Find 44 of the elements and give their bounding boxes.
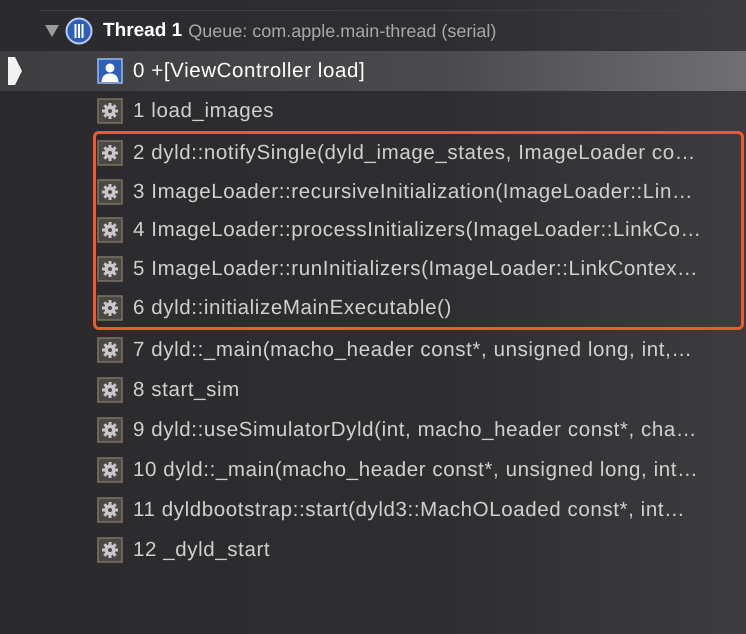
frame-label: 4 ImageLoader::processInitializers(ImageLoader::LinkCo… (133, 218, 702, 242)
stack-frame[interactable]: 10 dyld::_main(macho_header const*, unsigned long, int… (0, 450, 746, 490)
stack-frame[interactable]: 7 dyld::_main(macho_header const*, unsigned long, int,… (0, 330, 746, 370)
frame-label: 7 dyld::_main(macho_header const*, unsigned long, int,… (133, 338, 692, 362)
gear-icon (97, 416, 123, 443)
frame-label: 8 start_sim (133, 378, 240, 402)
gear-icon (97, 140, 123, 166)
gear-icon (97, 336, 123, 363)
gear-icon (97, 217, 123, 244)
disclosure-triangle-icon[interactable] (45, 25, 59, 37)
stack-frame[interactable]: 6 dyld::initializeMainExecutable() (96, 288, 741, 327)
stack-frame[interactable]: 9 dyld::useSimulatorDyld(int, macho_header const*, cha… (0, 410, 746, 450)
stack-frame[interactable]: 0 +[ViewController load] (0, 51, 746, 91)
frame-label: 12 _dyld_start (133, 538, 270, 562)
stack-frame[interactable]: 8 start_sim (0, 370, 746, 410)
frame-label: 9 dyld::useSimulatorDyld(int, macho_header const*, cha… (133, 418, 697, 442)
stack-frame[interactable]: 5 ImageLoader::runInitializers(ImageLoader::LinkContex… (96, 250, 741, 288)
gear-icon (97, 98, 123, 124)
gear-icon (97, 536, 123, 563)
gear-icon (97, 178, 123, 205)
gear-icon (97, 496, 123, 523)
person-icon (97, 58, 123, 84)
stack-frame[interactable]: 12 _dyld_start (0, 530, 746, 570)
stack-frame[interactable]: 11 dyldbootstrap::start(dyld3::MachOLoaded const*, int… (0, 490, 746, 530)
thread-icon (65, 17, 93, 45)
gear-icon (97, 256, 123, 282)
frame-label: 10 dyld::_main(macho_header const*, unsigned long, int… (133, 458, 698, 482)
frame-label: 5 ImageLoader::runInitializers(ImageLoader::LinkContex… (133, 257, 698, 282)
frame-label: 0 +[ViewController load] (133, 59, 366, 83)
queue-label: Queue: com.apple.main-thread (serial) (188, 20, 496, 42)
frame-label: 2 dyld::notifySingle(dyld_image_states, ImageLoader co… (133, 141, 696, 166)
pointer-icon (8, 57, 22, 85)
frame-label: 11 dyldbootstrap::start(dyld3::MachOLoaded const*, int… (133, 498, 686, 522)
gear-icon (97, 376, 123, 403)
stack-frame[interactable]: 2 dyld::notifySingle(dyld_image_states, ImageLoader co… (96, 134, 741, 173)
gear-icon (97, 456, 123, 483)
frame-label: 1 load_images (133, 99, 274, 123)
gear-icon (97, 294, 123, 321)
stack-frame[interactable]: 1 load_images (0, 91, 746, 131)
stack-frame[interactable]: 4 ImageLoader::processInitializers(ImageLoader::LinkCo… (96, 211, 741, 250)
frame-label: 3 ImageLoader::recursiveInitialization(ImageLoader::Lin… (133, 180, 694, 204)
thread-title: Thread 1 (103, 20, 182, 42)
frame-label: 6 dyld::initializeMainExecutable() (133, 296, 452, 320)
stack-frame[interactable]: 3 ImageLoader::recursiveInitialization(ImageLoader::Lin… (96, 172, 741, 212)
